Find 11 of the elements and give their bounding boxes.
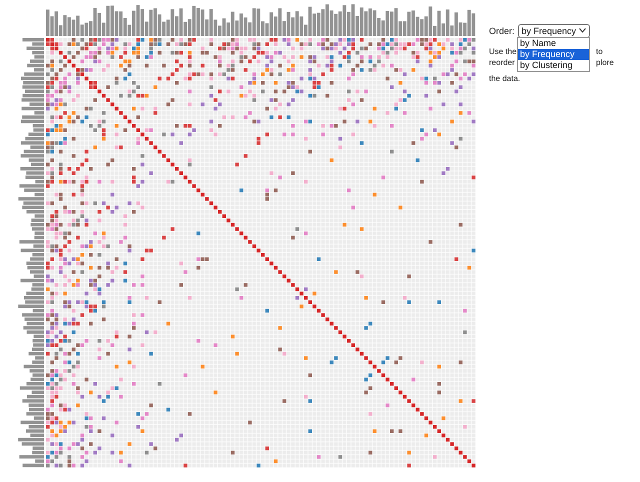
description-text: reorder	[489, 57, 516, 68]
dropdown-option[interactable]: by Frequency	[518, 49, 589, 60]
description-text: the data.	[489, 73, 517, 84]
order-label: Order:	[489, 26, 515, 36]
description-text: Use the	[489, 46, 517, 57]
order-select[interactable]: by Frequency	[518, 24, 590, 38]
dropdown-option[interactable]: by Name	[518, 38, 589, 49]
description-text: to	[596, 46, 603, 57]
chevron-down-icon	[579, 28, 586, 33]
dropdown-option[interactable]: by Clustering	[518, 60, 589, 71]
description-text: plore	[596, 57, 614, 68]
